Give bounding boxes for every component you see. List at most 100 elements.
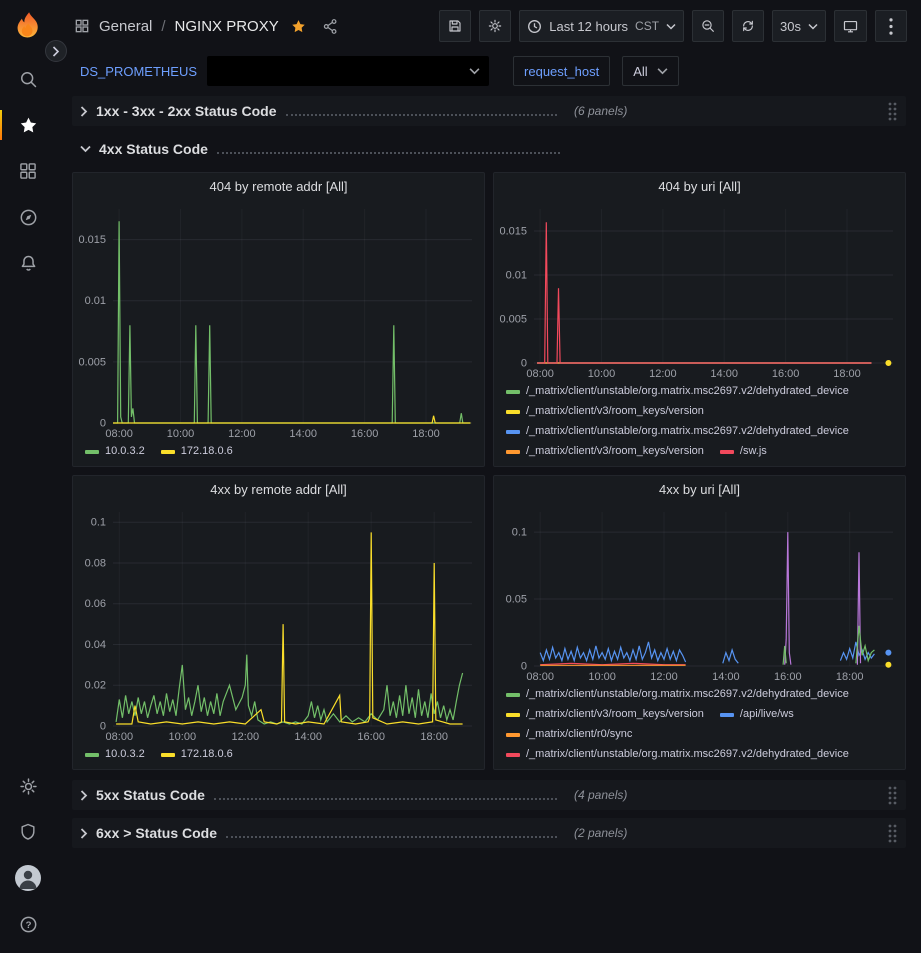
star-icon	[18, 115, 39, 136]
legend-series-marker	[506, 450, 520, 454]
svg-text:08:00: 08:00	[526, 671, 554, 683]
save-dashboard-button[interactable]	[439, 10, 471, 42]
sidebar-item-alerting[interactable]	[0, 240, 56, 286]
row-title[interactable]: 4xx Status Code	[99, 141, 208, 157]
zoom-out-button[interactable]	[692, 10, 724, 42]
legend-series-label: /_matrix/client/unstable/org.matrix.msc2…	[526, 685, 849, 704]
dashboard-content: 1xx - 3xx - 2xx Status Code (6 panels) 4…	[56, 90, 921, 953]
drag-handle-icon[interactable]	[887, 823, 898, 843]
sidebar-item-search[interactable]	[0, 56, 56, 102]
svg-text:10:00: 10:00	[169, 731, 197, 743]
legend-item[interactable]: /_matrix/client/unstable/org.matrix.msc2…	[506, 685, 849, 704]
dashboard-row-6xx[interactable]: 6xx > Status Code (2 panels)	[72, 818, 906, 848]
svg-text:14:00: 14:00	[712, 671, 740, 683]
row-title[interactable]: 6xx > Status Code	[96, 825, 217, 841]
chevron-down-icon	[469, 67, 480, 75]
svg-text:0.01: 0.01	[85, 295, 106, 307]
legend-item[interactable]: /_matrix/client/v3/room_keys/version	[506, 402, 704, 421]
dashboards-grid-icon	[18, 161, 38, 181]
sidebar-bottom-group: ?	[0, 763, 56, 953]
more-options-button[interactable]	[875, 10, 907, 42]
legend-series-marker	[161, 450, 175, 454]
svg-text:0.06: 0.06	[85, 598, 106, 610]
row-dotted-leader	[226, 836, 557, 838]
row-title[interactable]: 5xx Status Code	[96, 787, 205, 803]
legend-item[interactable]: 10.0.3.2	[85, 745, 145, 764]
dashboard-row-5xx[interactable]: 5xx Status Code (4 panels)	[72, 780, 906, 810]
svg-text:0.1: 0.1	[91, 517, 106, 529]
legend-series-label: /_matrix/client/unstable/org.matrix.msc2…	[526, 745, 849, 764]
search-icon	[18, 69, 39, 90]
sidebar-item-help[interactable]: ?	[0, 901, 56, 947]
panel-title[interactable]: 404 by remote addr [All]	[73, 173, 484, 200]
expand-sidebar-button[interactable]	[45, 40, 67, 62]
chevron-down-icon	[80, 145, 91, 153]
svg-text:08:00: 08:00	[106, 731, 134, 743]
svg-text:16:00: 16:00	[357, 731, 385, 743]
monitor-icon	[842, 18, 859, 35]
dashboard-settings-button[interactable]	[479, 10, 511, 42]
legend-item[interactable]: /_matrix/client/r0/sync	[506, 725, 632, 744]
legend-series-marker	[506, 390, 520, 394]
dashboard-title[interactable]: NGINX PROXY	[175, 18, 279, 35]
drag-handle-icon[interactable]	[887, 785, 898, 805]
sidebar-item-configuration[interactable]	[0, 763, 56, 809]
time-range-picker[interactable]: Last 12 hours CST	[519, 10, 684, 42]
panel-title[interactable]: 4xx by remote addr [All]	[73, 476, 484, 503]
drag-handle-icon[interactable]	[887, 101, 898, 121]
share-icon[interactable]	[322, 18, 339, 35]
sidebar-item-explore[interactable]	[0, 194, 56, 240]
request-host-variable-label[interactable]: request_host	[513, 56, 610, 86]
grafana-logo-icon[interactable]	[10, 10, 46, 46]
time-series-chart[interactable]: 00.0050.010.01508:0010:0012:0014:0016:00…	[73, 200, 484, 441]
sidebar-item-dashboards[interactable]	[0, 148, 56, 194]
legend-item[interactable]: /_matrix/client/unstable/org.matrix.msc2…	[506, 422, 849, 441]
panel-title[interactable]: 4xx by uri [All]	[494, 476, 905, 503]
save-icon	[447, 18, 463, 34]
row-dotted-leader	[217, 152, 560, 154]
panel-title[interactable]: 404 by uri [All]	[494, 173, 905, 200]
refresh-interval-dropdown[interactable]: 30s	[772, 10, 826, 42]
request-host-variable-dropdown[interactable]: All	[622, 56, 678, 86]
legend-series-marker	[506, 713, 520, 717]
legend-item[interactable]: 172.18.0.6	[161, 745, 233, 764]
legend-item[interactable]: /_matrix/client/unstable/org.matrix.msc2…	[506, 382, 849, 401]
legend-item[interactable]: /sw.js	[720, 442, 767, 461]
chart-legend: /_matrix/client/unstable/org.matrix.msc2…	[494, 381, 905, 466]
chevron-down-icon	[657, 67, 668, 75]
dashboard-row-4xx[interactable]: 4xx Status Code	[72, 134, 906, 164]
row-title[interactable]: 1xx - 3xx - 2xx Status Code	[96, 103, 277, 119]
legend-item[interactable]: 10.0.3.2	[85, 442, 145, 461]
legend-item[interactable]: /api/live/ws	[720, 705, 794, 724]
gear-icon	[487, 18, 503, 34]
breadcrumb-folder[interactable]: General	[99, 18, 152, 35]
favorite-star-icon[interactable]	[290, 18, 307, 35]
sidebar: ?	[0, 0, 56, 953]
datasource-variable-dropdown[interactable]	[207, 56, 489, 86]
chart-canvas: 00.020.040.060.080.108:0010:0012:0014:00…	[73, 503, 484, 744]
legend-item[interactable]: /_matrix/client/v3/room_keys/version	[506, 705, 704, 724]
compass-icon	[18, 207, 39, 228]
chart-legend: 10.0.3.2 172.18.0.6	[73, 744, 484, 769]
legend-series-label: /_matrix/client/v3/room_keys/version	[526, 402, 704, 421]
svg-text:0.02: 0.02	[85, 680, 106, 692]
sidebar-item-server-admin[interactable]	[0, 809, 56, 855]
cycle-view-button[interactable]	[834, 10, 867, 42]
legend-series-marker	[720, 450, 734, 454]
legend-series-marker	[85, 450, 99, 454]
sidebar-item-profile[interactable]	[0, 855, 56, 901]
time-series-chart[interactable]: 00.0050.010.01508:0010:0012:0014:0016:00…	[494, 200, 905, 381]
time-series-chart[interactable]: 00.050.108:0010:0012:0014:0016:0018:00	[494, 503, 905, 684]
time-series-chart[interactable]: 00.020.040.060.080.108:0010:0012:0014:00…	[73, 503, 484, 744]
svg-text:12:00: 12:00	[649, 368, 677, 380]
svg-text:10:00: 10:00	[588, 671, 616, 683]
legend-item[interactable]: /_matrix/client/v3/room_keys/version	[506, 442, 704, 461]
sidebar-item-starred[interactable]	[0, 102, 56, 148]
legend-item[interactable]: /_matrix/client/unstable/org.matrix.msc2…	[506, 745, 849, 764]
datasource-variable-label[interactable]: DS_PROMETHEUS	[80, 64, 197, 79]
row-panel-count: (2 panels)	[574, 826, 627, 840]
refresh-button[interactable]	[732, 10, 764, 42]
dashboard-row-1xx-3xx-2xx[interactable]: 1xx - 3xx - 2xx Status Code (6 panels)	[72, 96, 906, 126]
chevron-right-icon	[80, 106, 88, 117]
legend-item[interactable]: 172.18.0.6	[161, 442, 233, 461]
